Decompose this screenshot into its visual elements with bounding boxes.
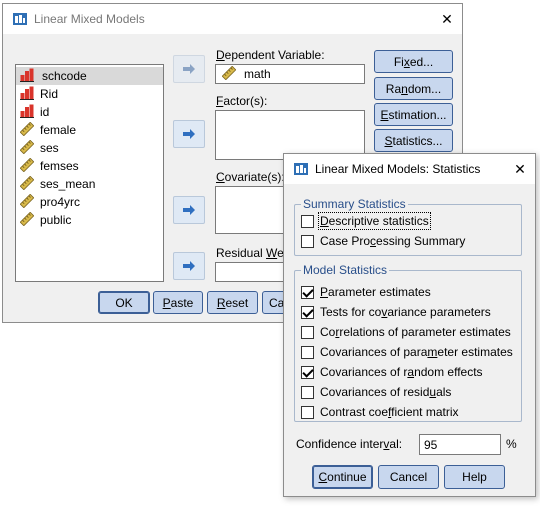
close-icon[interactable]: ✕ xyxy=(505,154,535,184)
arrow-right-icon xyxy=(183,205,195,215)
cancel-button[interactable]: Cancel xyxy=(378,465,439,489)
model-statistics-group: Model Statistics Parameter estimates Test… xyxy=(294,263,522,422)
factors-label: Factor(s): xyxy=(216,94,268,108)
variable-item[interactable]: pro4yrc xyxy=(16,193,163,211)
statistics-dialog: Linear Mixed Models: Statistics ✕ Summar… xyxy=(283,153,536,497)
checkbox-option[interactable]: Covariances of random effects xyxy=(301,363,483,381)
checkbox-label: Parameter estimates xyxy=(320,285,431,299)
summary-statistics-title: Summary Statistics xyxy=(301,197,408,211)
close-icon[interactable]: ✕ xyxy=(432,4,462,34)
confidence-interval-label: Confidence interval: xyxy=(296,437,403,451)
ruler-icon xyxy=(19,139,35,157)
variable-item[interactable]: femses xyxy=(16,157,163,175)
checkbox-label: Contrast coefficient matrix xyxy=(320,405,459,419)
reset-button[interactable]: Reset xyxy=(207,291,258,314)
checkbox-option[interactable]: Contrast coefficient matrix xyxy=(301,403,459,421)
summary-statistics-group: Summary Statistics Descriptive statistic… xyxy=(294,197,522,256)
variable-item[interactable]: ses xyxy=(16,139,163,157)
nominal-icon xyxy=(20,68,34,85)
arrow-right-icon xyxy=(183,129,195,139)
move-covariate-button[interactable] xyxy=(173,196,205,224)
ruler-icon xyxy=(19,157,35,175)
checkbox-checked[interactable] xyxy=(301,285,314,299)
variable-item[interactable]: public xyxy=(16,211,163,229)
variable-name: id xyxy=(40,105,50,119)
checkbox-unchecked[interactable] xyxy=(301,325,314,339)
variable-item[interactable]: ses_mean xyxy=(16,175,163,193)
variable-name: public xyxy=(40,213,72,227)
move-factor-button[interactable] xyxy=(173,120,205,148)
variable-item[interactable]: id xyxy=(16,103,163,121)
estimation-button[interactable]: Estimation... xyxy=(374,103,453,126)
checkbox-checked[interactable] xyxy=(301,305,314,319)
checkbox-label: Covariances of parameter estimates xyxy=(320,345,513,359)
checkbox-unchecked[interactable] xyxy=(301,345,314,359)
model-statistics-title: Model Statistics xyxy=(301,263,390,277)
variable-item[interactable]: schcode xyxy=(16,67,163,85)
main-titlebar[interactable]: Linear Mixed Models ✕ xyxy=(3,4,462,34)
ok-button[interactable]: OK xyxy=(98,291,150,314)
ruler-icon xyxy=(19,121,35,139)
app-icon xyxy=(293,161,309,177)
variable-name: Rid xyxy=(40,87,59,101)
variable-name: female xyxy=(40,123,77,137)
confidence-interval-value: 95 xyxy=(424,437,438,452)
fixed-button[interactable]: Fi x ed... xyxy=(374,50,453,73)
stats-titlebar[interactable]: Linear Mixed Models: Statistics ✕ xyxy=(284,154,535,184)
help-button[interactable]: Help xyxy=(444,465,505,489)
stats-title: Linear Mixed Models: Statistics xyxy=(315,162,481,176)
arrow-right-icon xyxy=(183,64,195,74)
checkbox-label: Case Processing Summary xyxy=(320,234,466,248)
checkbox-option[interactable]: Correlations of parameter estimates xyxy=(301,323,511,341)
variable-item[interactable]: Rid xyxy=(16,85,163,103)
variable-name: pro4yrc xyxy=(40,195,81,209)
variable-name: ses xyxy=(40,141,59,155)
variable-name: femses xyxy=(40,159,79,173)
checkbox-option[interactable]: Descriptive statistics xyxy=(301,212,431,230)
random-button[interactable]: Ra n dom... xyxy=(374,77,453,100)
checkbox-option[interactable]: Parameter estimates xyxy=(301,283,431,301)
percent-sign: % xyxy=(506,437,517,451)
variable-name: schcode xyxy=(40,69,89,83)
checkbox-option[interactable]: Case Processing Summary xyxy=(301,232,465,250)
checkbox-option[interactable]: Tests for covariance parameters xyxy=(301,303,491,321)
dependent-variable-label: Dependent Variable: xyxy=(216,48,325,62)
nominal-icon xyxy=(20,86,34,103)
nominal-icon xyxy=(20,104,34,121)
checkbox-unchecked[interactable] xyxy=(301,385,314,399)
dependent-variable-value: math xyxy=(244,67,271,81)
checkbox-option[interactable]: Covariances of parameter estimates xyxy=(301,343,513,361)
ruler-icon xyxy=(19,193,35,211)
paste-button[interactable]: Paste xyxy=(153,291,203,314)
checkbox-label: Descriptive statistics xyxy=(318,212,431,230)
covariates-label: Covariate(s): xyxy=(216,170,285,184)
checkbox-label: Tests for covariance parameters xyxy=(320,305,491,319)
continue-button[interactable]: Continue xyxy=(312,465,373,489)
ruler-icon xyxy=(19,211,35,229)
statistics-button[interactable]: Statistics... xyxy=(374,129,453,152)
ruler-icon xyxy=(221,65,237,83)
arrow-right-icon xyxy=(183,261,195,271)
checkbox-unchecked[interactable] xyxy=(301,405,314,419)
variable-item[interactable]: female xyxy=(16,121,163,139)
move-residual-weight-button[interactable] xyxy=(173,252,205,280)
checkbox-option[interactable]: Covariances of residuals xyxy=(301,383,451,401)
confidence-interval-field[interactable]: 95 xyxy=(419,434,501,455)
checkbox-unchecked[interactable] xyxy=(301,214,314,228)
checkbox-label: Covariances of residuals xyxy=(320,385,452,399)
variable-name: ses_mean xyxy=(40,177,96,191)
checkbox-label: Covariances of random effects xyxy=(320,365,483,379)
checkbox-unchecked[interactable] xyxy=(301,234,314,248)
dependent-variable-field[interactable]: math xyxy=(215,64,365,84)
app-icon xyxy=(12,11,28,27)
move-dependent-button[interactable] xyxy=(173,55,205,83)
variable-list[interactable]: schcode Rid id female ses femses ses_mean pro4y… xyxy=(15,64,164,282)
checkbox-label: Correlations of parameter estimates xyxy=(320,325,511,339)
main-title: Linear Mixed Models xyxy=(34,12,145,26)
checkbox-checked[interactable] xyxy=(301,365,314,379)
ruler-icon xyxy=(19,175,35,193)
